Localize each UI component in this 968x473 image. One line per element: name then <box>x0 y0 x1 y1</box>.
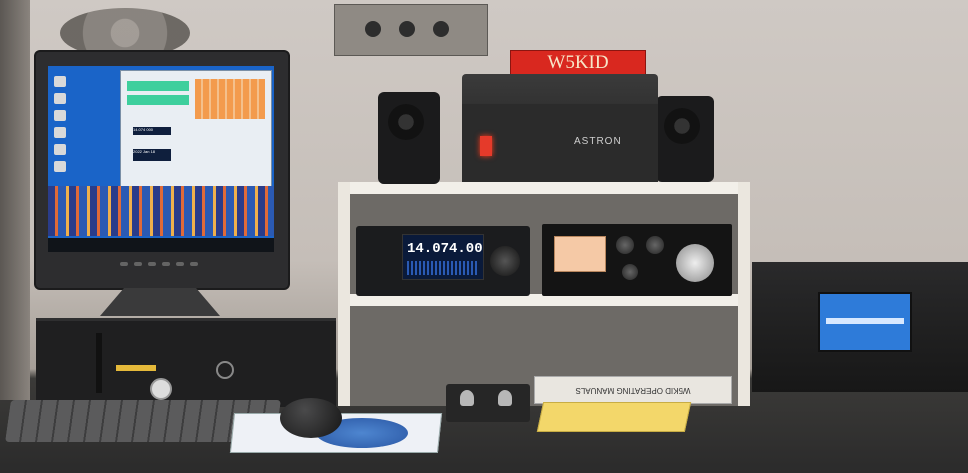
power-supply: ASTRON <box>462 74 658 182</box>
tuner-knob-2 <box>399 21 415 37</box>
decode-list-panel <box>195 79 265 119</box>
tuner-knob-1 <box>365 21 381 37</box>
taskbar <box>48 238 274 252</box>
power-supply-brand: ASTRON <box>574 136 622 147</box>
wall-fan <box>60 8 190 58</box>
transceiver-display: 14.074.00 <box>402 234 484 280</box>
keychain <box>150 378 172 400</box>
amplifier-display <box>818 292 912 352</box>
hf-transceiver: 14.074.00 <box>356 226 530 296</box>
spectrum-scope <box>407 261 479 275</box>
swr-meter <box>554 236 606 272</box>
antenna-tuner <box>542 224 732 296</box>
speaker-cone-icon <box>664 108 700 144</box>
transceiver-frequency: 14.074.00 <box>407 241 483 257</box>
wall-antenna-tuner <box>334 4 488 56</box>
wall-cabinet <box>0 0 30 400</box>
pc-label-sticker <box>116 365 156 371</box>
tuner-small-knob-1 <box>616 236 634 254</box>
vfo-knob <box>490 246 520 276</box>
software-freq-readout: 14.074 000 <box>133 127 171 135</box>
desktop-icons <box>50 70 70 178</box>
ham-radio-station-photo: W5KID 14.074 000 2022 Jan 18 ASTRON 14.0… <box>0 0 968 473</box>
shelf-right-side <box>738 182 750 406</box>
pc-drive-slot <box>96 333 102 393</box>
computer-mouse <box>280 398 342 438</box>
paddle-right <box>498 390 512 406</box>
morse-paddle <box>446 384 530 422</box>
monitor-stand <box>100 288 220 316</box>
linear-amplifier <box>752 262 968 392</box>
tuner-inductor-knob <box>676 244 714 282</box>
monitor-screen: 14.074 000 2022 Jan 18 <box>48 66 274 252</box>
paddle-left <box>460 390 474 406</box>
status-bar-green-2 <box>127 95 189 105</box>
pc-logo-icon <box>216 361 234 379</box>
status-bar-green-1 <box>127 81 189 91</box>
ft8-software-window: 14.074 000 2022 Jan 18 <box>120 70 272 187</box>
tuner-knob-3 <box>433 21 449 37</box>
monitor-buttons <box>120 262 220 270</box>
power-switch <box>480 136 492 156</box>
shelf-left-side <box>338 182 350 406</box>
tuner-small-knob-3 <box>622 264 638 280</box>
amplifier-display-bar <box>826 318 904 324</box>
right-speaker <box>656 96 714 182</box>
operating-manuals-binder: W5KID OPERATING MANUALS <box>534 376 732 404</box>
tuner-small-knob-2 <box>646 236 664 254</box>
waterfall-display <box>48 186 274 236</box>
desktop-pc <box>36 318 336 407</box>
notepad <box>536 402 692 432</box>
left-speaker <box>378 92 440 184</box>
software-date-readout: 2022 Jan 18 <box>133 149 171 161</box>
speaker-cone-icon <box>388 104 424 140</box>
callsign-sign: W5KID <box>510 50 646 76</box>
